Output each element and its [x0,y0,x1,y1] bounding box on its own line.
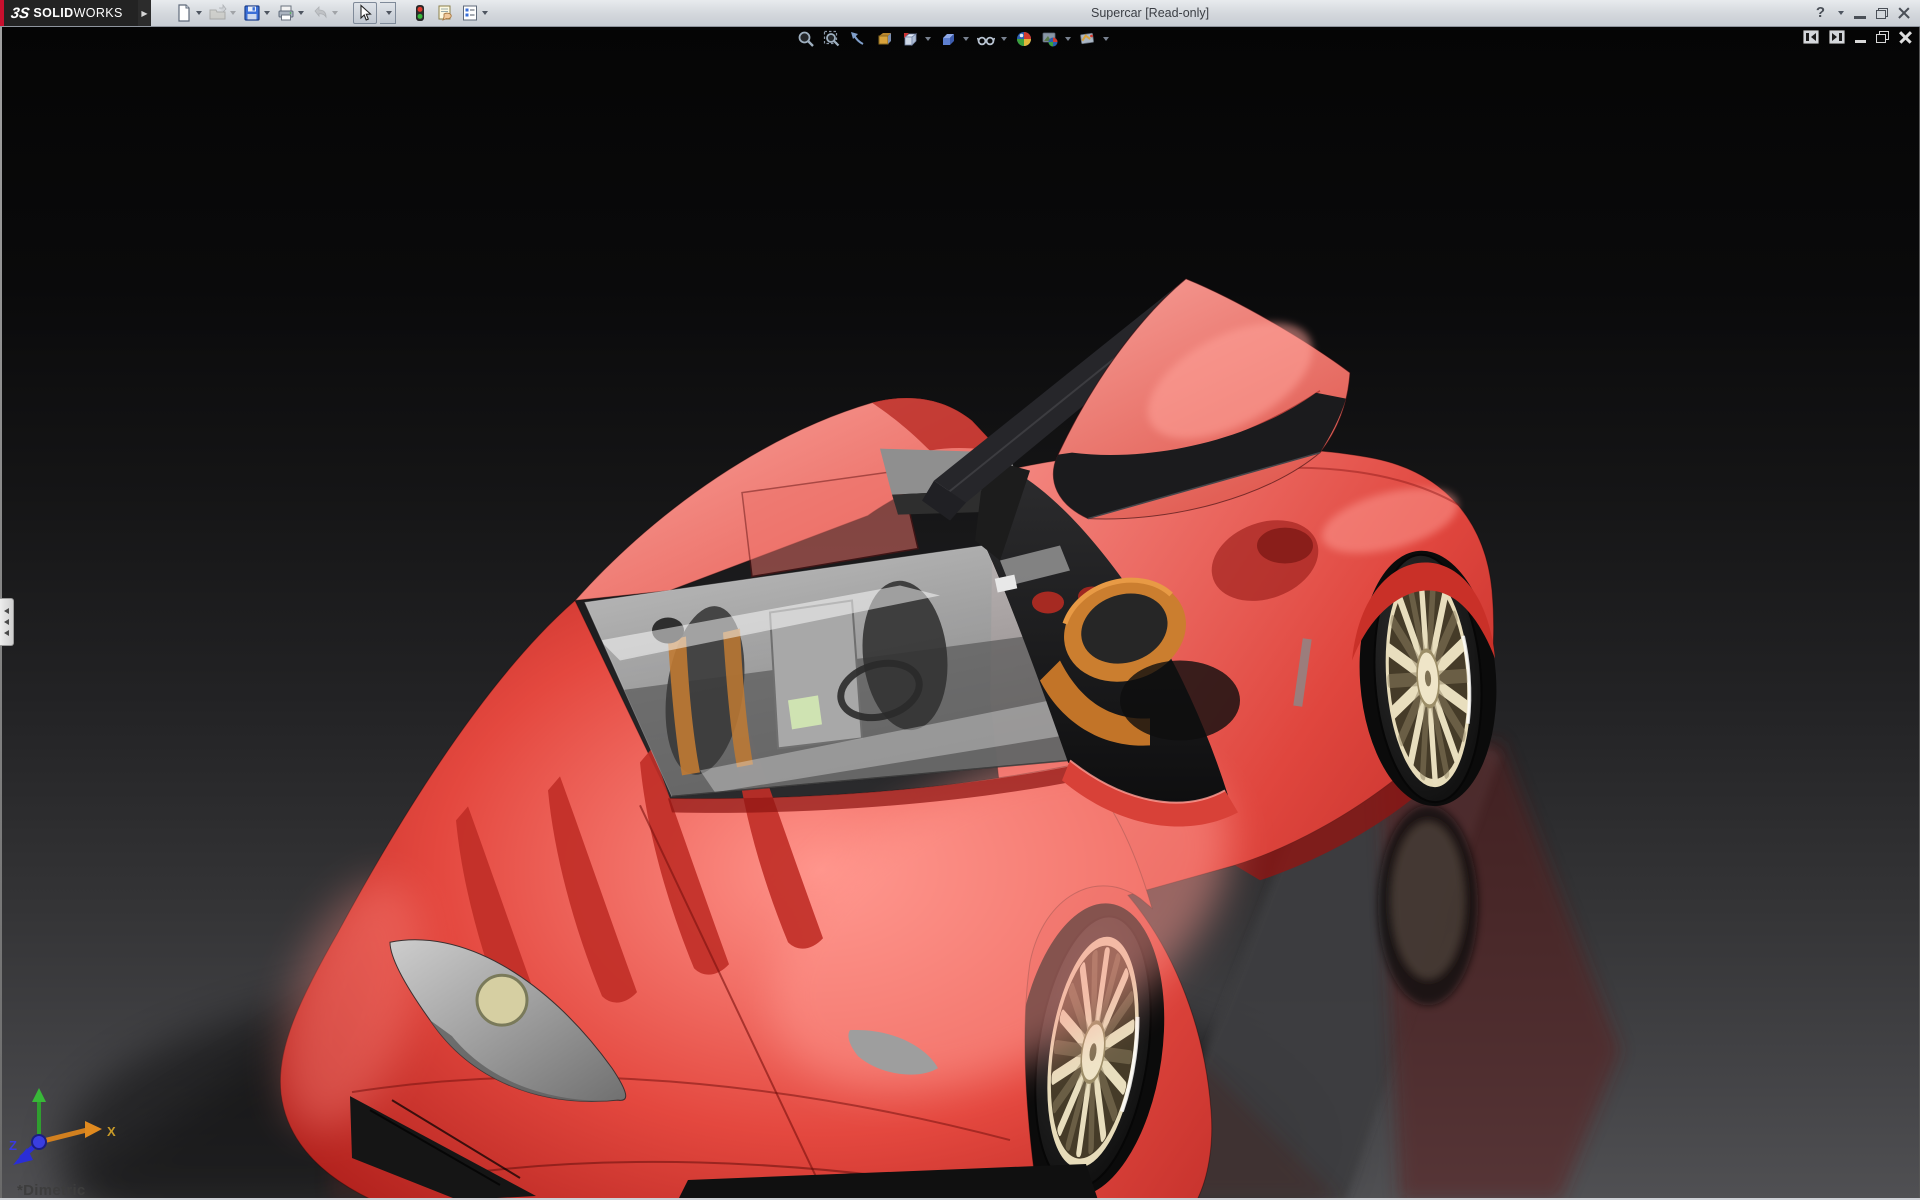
undo-dropdown-caret [332,11,338,15]
apply-scene-button[interactable] [1040,29,1072,49]
toolbar-flyout-button[interactable]: ▶ [138,0,151,26]
file-properties-icon [436,4,454,22]
options-dropdown-caret[interactable] [482,11,488,15]
window-title: Supercar [Read-only] [1091,0,1209,26]
save-button[interactable] [241,2,272,24]
document-close-button[interactable] [1899,31,1912,44]
document-window-controls [1803,30,1912,44]
select-dropdown-caret [386,11,392,15]
view-settings-button[interactable] [1078,29,1110,49]
rebuild-button[interactable] [409,2,431,24]
new-document-icon [175,4,193,22]
featuremanager-collapsed-tab[interactable] [0,598,14,646]
triad-z-label: Z [9,1138,17,1153]
file-properties-button[interactable] [434,2,456,24]
solidworks-window: 3S SOLIDWORKS ▶ [0,0,1920,1200]
restore-button[interactable] [1876,8,1888,19]
zoom-to-fit-button[interactable] [796,29,816,49]
new-document-button[interactable] [173,2,204,24]
rebuild-traffic-light-icon [411,4,429,22]
open-button [207,2,238,24]
expand-panel-arrow-icon [4,608,9,614]
previous-window-icon[interactable] [1803,30,1819,44]
view-settings-caret[interactable] [1103,37,1109,41]
options-button[interactable] [459,2,490,24]
help-button[interactable]: ? [1816,0,1825,26]
undo-icon [311,4,329,22]
headsup-view-toolbar [796,29,1110,49]
zoom-to-area-icon [823,30,841,48]
select-cursor-icon [356,4,374,22]
previous-view-button[interactable] [848,29,868,49]
section-view-button[interactable] [874,29,894,49]
document-restore-button[interactable] [1876,31,1889,43]
print-icon [277,4,295,22]
undo-button [309,2,340,24]
section-view-icon [875,30,893,48]
hide-show-items-icon [977,30,995,48]
brand-mark: 3S [10,5,31,22]
document-minimize-button[interactable] [1855,40,1866,43]
open-icon [209,4,227,22]
help-dropdown-caret[interactable] [1838,11,1844,15]
expand-panel-arrow-icon [4,619,9,625]
titlebar: 3S SOLIDWORKS ▶ [0,0,1920,27]
graphics-area[interactable]: X Z *Dimetric [0,27,1920,1200]
minimize-button[interactable] [1854,16,1866,19]
view-orientation-caret[interactable] [925,37,931,41]
edit-appearance-button[interactable] [1014,29,1034,49]
solidworks-logo: 3S SOLIDWORKS [0,0,138,26]
save-icon [243,4,261,22]
apply-scene-caret[interactable] [1065,37,1071,41]
hide-show-items-button[interactable] [976,29,1008,49]
view-orientation-icon [901,30,919,48]
triad-x-label: X [107,1124,116,1139]
reference-triad: X Z [7,1088,127,1176]
display-style-button[interactable] [938,29,970,49]
select-tool-button[interactable] [353,2,377,24]
options-icon [461,4,479,22]
apply-scene-icon [1041,30,1059,48]
expand-panel-arrow-icon [4,630,9,636]
print-dropdown-caret[interactable] [298,11,304,15]
close-button[interactable] [1898,7,1910,19]
display-style-caret[interactable] [963,37,969,41]
open-dropdown-caret [230,11,236,15]
window-controls: ? [1816,0,1910,26]
hide-show-items-caret[interactable] [1001,37,1007,41]
supercar-3d-model[interactable] [0,27,1920,1200]
display-style-icon [939,30,957,48]
zoom-to-area-button[interactable] [822,29,842,49]
view-settings-icon [1079,30,1097,48]
new-dropdown-caret[interactable] [196,11,202,15]
previous-view-icon [849,30,867,48]
zoom-to-fit-icon [797,30,815,48]
view-orientation-button[interactable] [900,29,932,49]
view-orientation-label: *Dimetric [17,1182,86,1199]
select-dropdown[interactable] [380,2,396,24]
standard-toolbar [173,2,490,24]
print-button[interactable] [275,2,306,24]
save-dropdown-caret[interactable] [264,11,270,15]
edit-appearance-icon [1015,30,1033,48]
next-window-icon[interactable] [1829,30,1845,44]
brand-text: SOLIDWORKS [33,6,122,20]
